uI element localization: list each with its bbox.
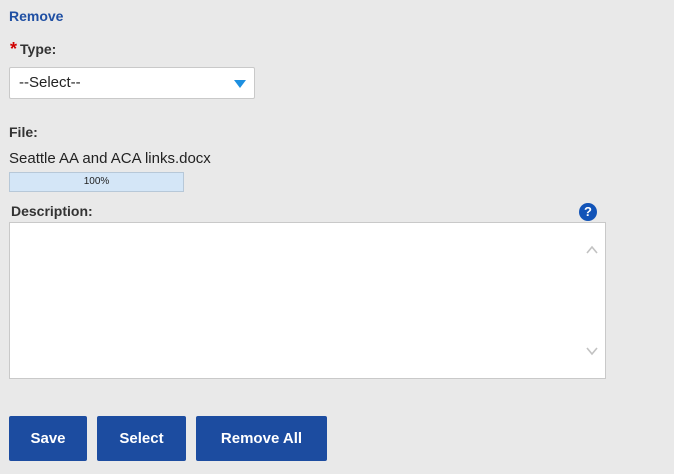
chevron-down-icon[interactable]	[234, 80, 246, 88]
select-button[interactable]: Select	[97, 416, 186, 461]
description-label: Description:	[11, 203, 93, 219]
type-select-value: --Select--	[19, 74, 81, 91]
file-name: Seattle AA and ACA links.docx	[9, 150, 211, 167]
remove-all-button[interactable]: Remove All	[196, 416, 327, 461]
remove-link[interactable]: Remove	[9, 8, 63, 24]
scroll-down-icon[interactable]	[585, 344, 599, 358]
save-button[interactable]: Save	[9, 416, 87, 461]
file-label: File:	[9, 124, 38, 140]
scroll-up-icon[interactable]	[585, 243, 599, 257]
type-select[interactable]: --Select--	[9, 67, 255, 99]
description-textarea[interactable]	[9, 222, 606, 379]
upload-progress-bar: 100%	[9, 172, 184, 192]
upload-progress-text: 100%	[83, 176, 110, 187]
type-label: Type:	[20, 41, 57, 57]
required-indicator: *	[10, 39, 18, 59]
type-label-group: * Type:	[10, 39, 57, 62]
help-icon[interactable]: ?	[579, 203, 597, 221]
